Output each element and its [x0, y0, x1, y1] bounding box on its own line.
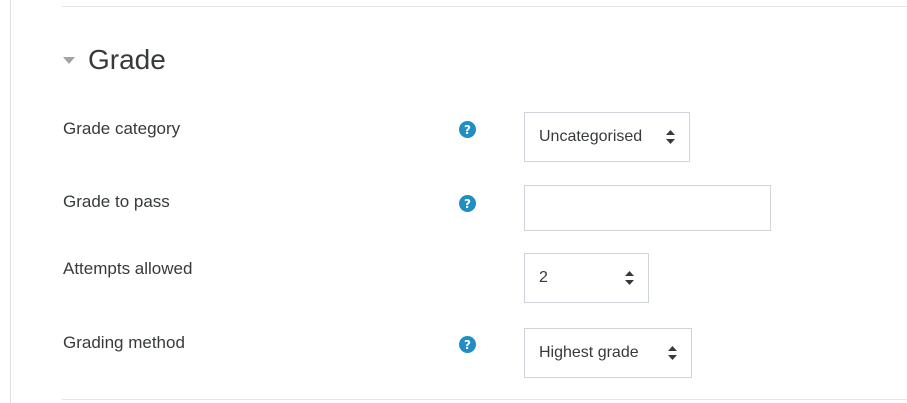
attempts-allowed-value: 2 — [539, 269, 548, 286]
grading-method-value: Highest grade — [539, 344, 639, 361]
grade-to-pass-label: Grade to pass — [63, 192, 170, 211]
select-arrows-icon — [668, 346, 677, 360]
select-arrows-icon — [625, 271, 634, 285]
grade-category-label: Grade category — [63, 119, 181, 138]
grading-method-label: Grading method — [63, 333, 185, 352]
grade-to-pass-input[interactable] — [524, 185, 771, 231]
attempts-allowed-select[interactable]: 2 — [524, 253, 649, 303]
question-circle-icon[interactable]: ? — [459, 121, 476, 138]
left-border — [10, 0, 11, 403]
svg-text:?: ? — [464, 123, 471, 137]
grade-category-value: Uncategorised — [539, 128, 643, 145]
svg-text:?: ? — [464, 197, 471, 211]
grade-section-toggle[interactable]: Grade — [62, 40, 166, 80]
grading-method-select[interactable]: Highest grade — [524, 328, 692, 378]
attempts-allowed-label: Attempts allowed — [63, 259, 193, 278]
grade-category-select[interactable]: Uncategorised — [524, 112, 690, 162]
question-circle-icon[interactable]: ? — [459, 336, 476, 353]
triangle-down-icon — [62, 54, 76, 68]
question-circle-icon[interactable]: ? — [459, 195, 476, 212]
top-divider — [62, 6, 907, 7]
select-arrows-icon — [666, 130, 675, 144]
svg-text:?: ? — [464, 338, 471, 352]
section-title: Grade — [88, 44, 166, 75]
bottom-divider — [62, 399, 907, 400]
